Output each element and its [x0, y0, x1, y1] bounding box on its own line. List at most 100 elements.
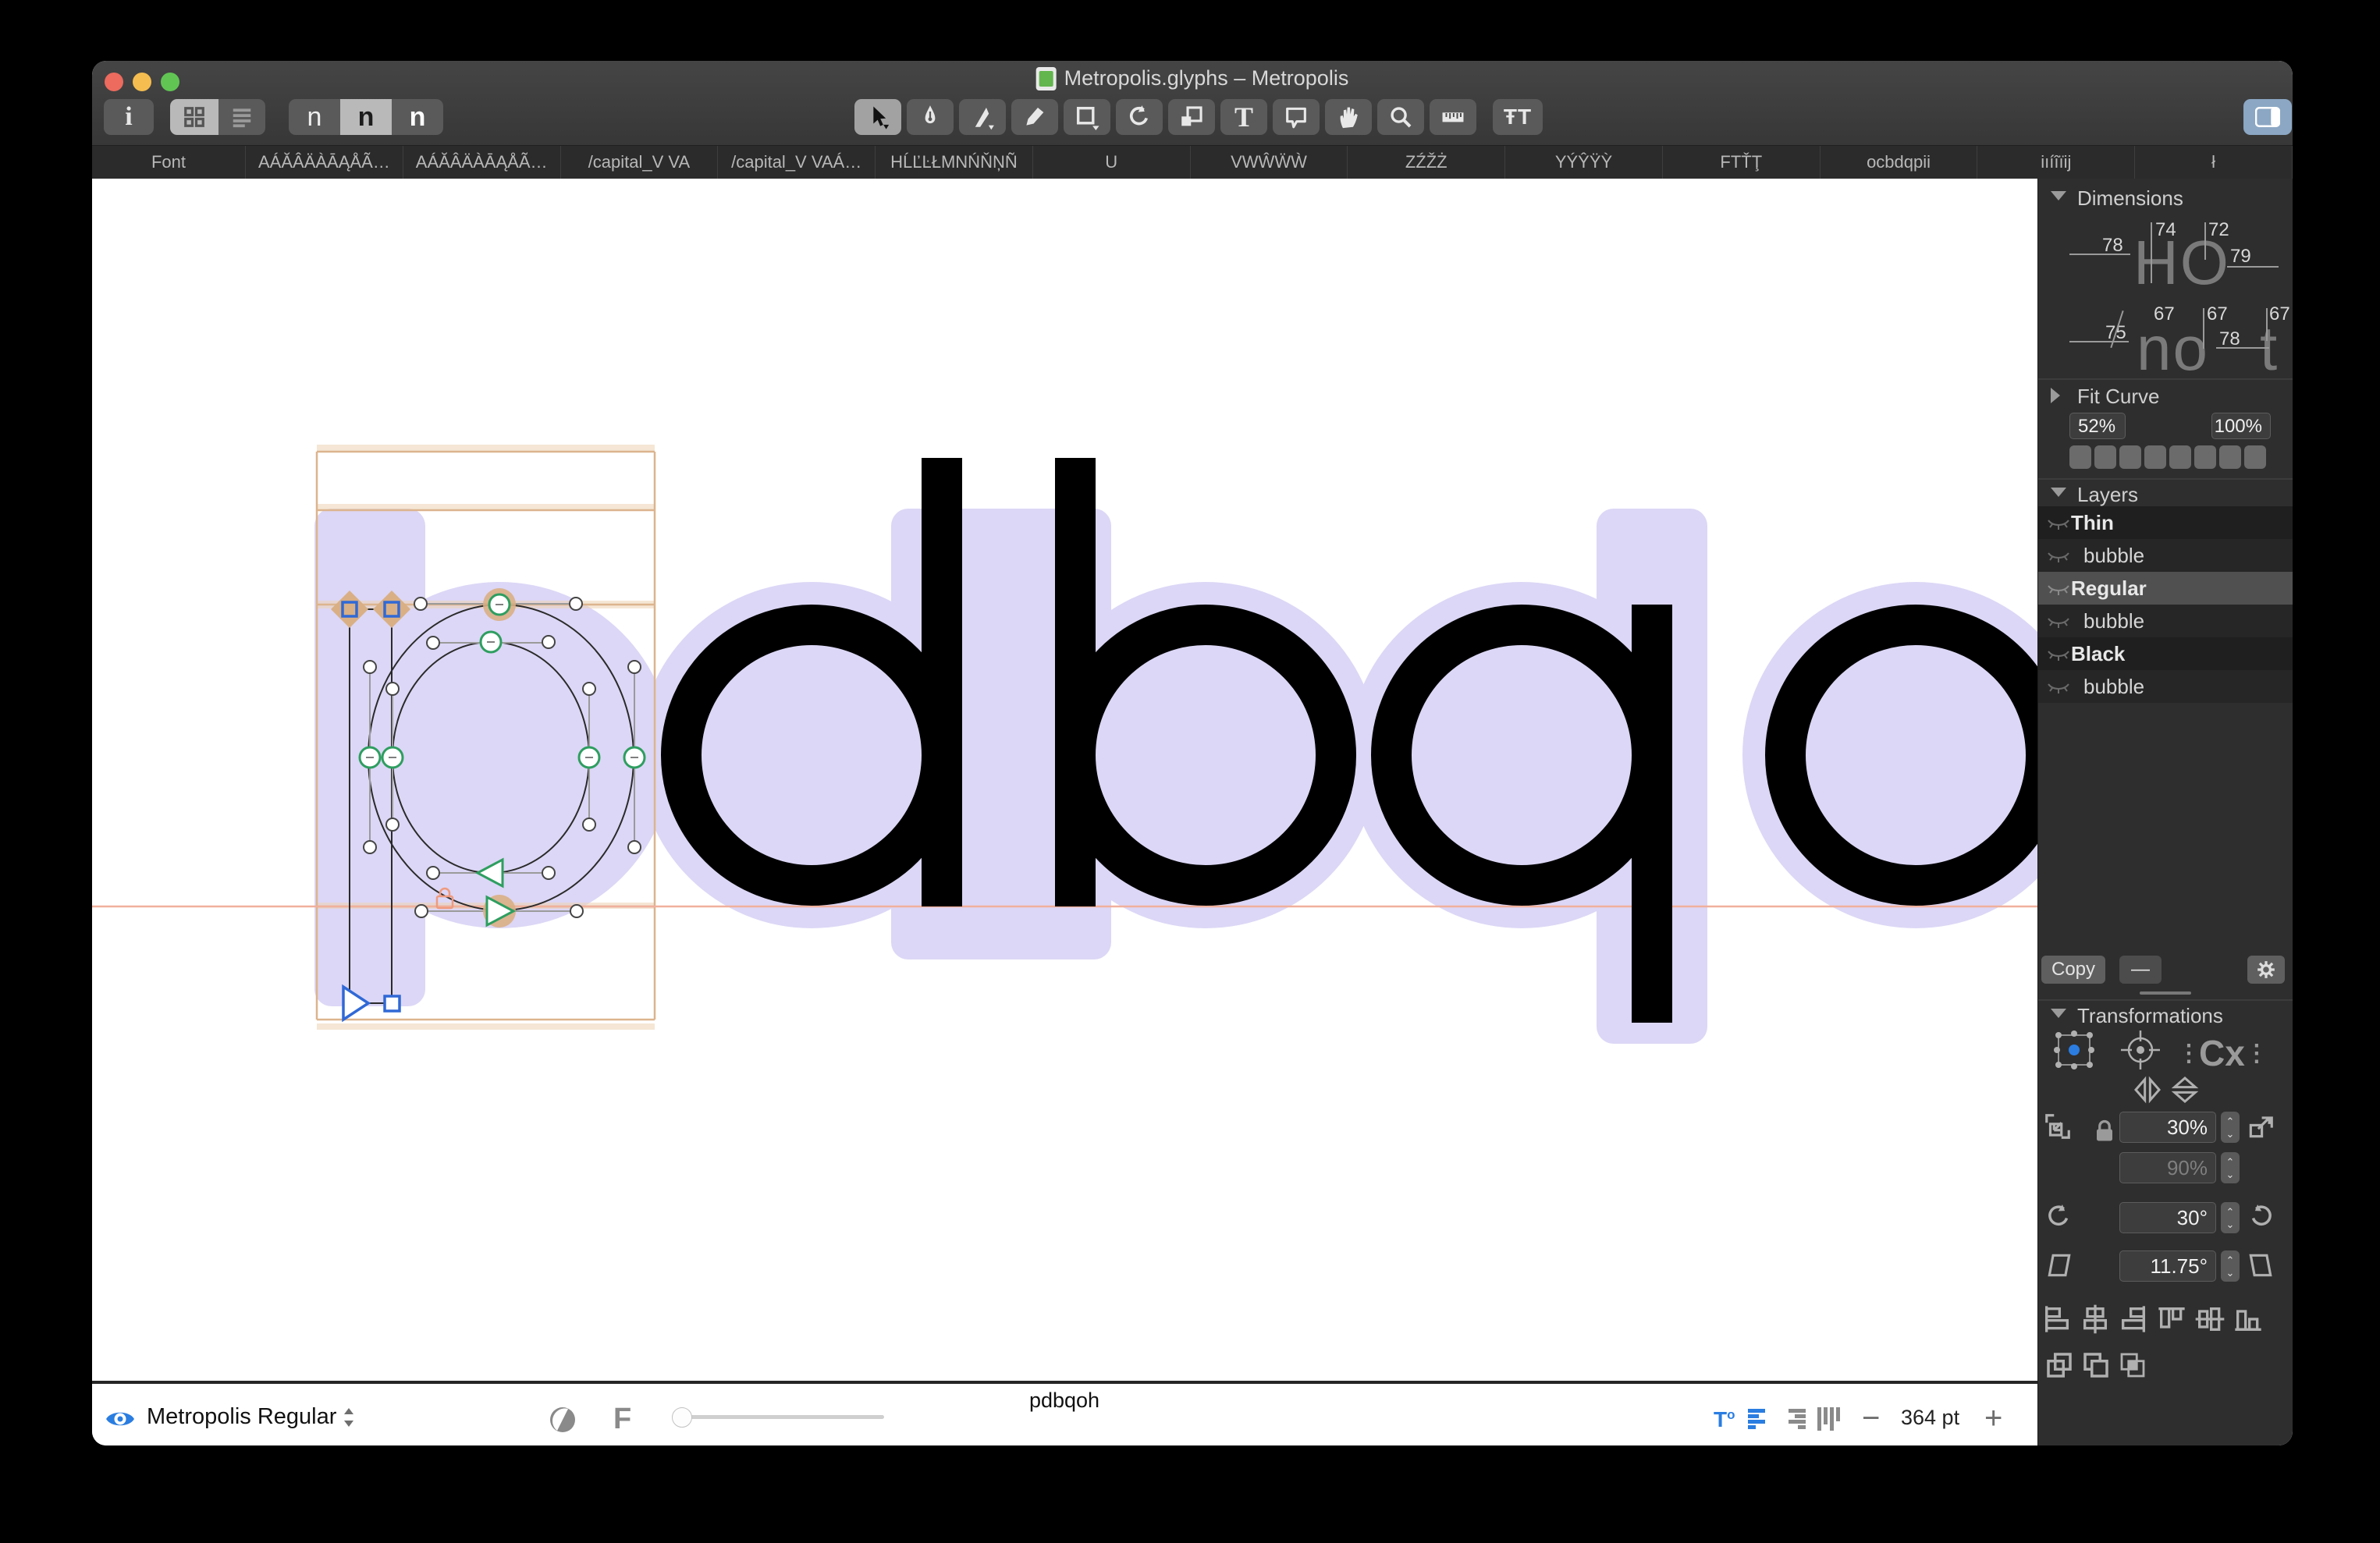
fit-curve-step-2[interactable]: [2094, 445, 2116, 469]
fit-curve-step-4[interactable]: [2144, 445, 2166, 469]
edit-view[interactable]: [92, 179, 2037, 1381]
rotate-tool[interactable]: [1116, 99, 1163, 135]
section-fit-curve[interactable]: Fit Curve: [2038, 385, 2293, 408]
slant-right-icon[interactable]: [2246, 1250, 2275, 1280]
union-paths-icon[interactable]: [2043, 1349, 2076, 1382]
transform-metrics-icon[interactable]: ⋮Cx⋮: [2177, 1032, 2268, 1074]
layer-row-thin[interactable]: Thin: [2038, 506, 2293, 539]
layer-row-black[interactable]: Black: [2038, 637, 2293, 670]
pen-tool[interactable]: [907, 99, 954, 135]
tab-i-group[interactable]: iıíîïij: [1977, 146, 2135, 179]
tab-z-group[interactable]: ZŹŽŻ: [1348, 146, 1505, 179]
tab-ft-group[interactable]: FTŤŢ: [1663, 146, 1821, 179]
layer-settings-button[interactable]: [2247, 956, 2285, 984]
minimize-button[interactable]: [133, 73, 151, 91]
slider-track[interactable]: [673, 1415, 884, 1419]
closed-eye-icon[interactable]: [2046, 645, 2071, 662]
align-right-edges-icon[interactable]: [2118, 1304, 2149, 1335]
align-right-lines-button[interactable]: [1782, 1409, 1806, 1429]
align-top-edges-icon[interactable]: [2156, 1304, 2187, 1335]
annotation-tool[interactable]: [1273, 99, 1320, 135]
disclosure-triangle-icon[interactable]: [2051, 388, 2060, 403]
zoom-window-button[interactable]: [161, 73, 179, 91]
tab-capital-v-va[interactable]: /capital_V VA: [561, 146, 719, 179]
slider-knob[interactable]: [672, 1407, 692, 1428]
features-button[interactable]: F: [613, 1403, 631, 1436]
close-button[interactable]: [105, 73, 123, 91]
closed-eye-icon[interactable]: [2046, 514, 2071, 531]
measure-tool[interactable]: [1430, 99, 1476, 135]
tt-tool[interactable]: ŦT: [1493, 99, 1543, 135]
zoom-in-button[interactable]: +: [1984, 1401, 2002, 1436]
transform-origin-icon[interactable]: [2054, 1030, 2094, 1069]
fit-curve-step-8[interactable]: [2244, 445, 2266, 469]
fit-curve-step-5[interactable]: [2169, 445, 2191, 469]
shapes-tool[interactable]: [1064, 99, 1110, 135]
disclosure-triangle-icon[interactable]: [2051, 191, 2066, 200]
align-left-lines-button[interactable]: [1748, 1409, 1771, 1429]
slant-stepper[interactable]: ⌃⌄: [2221, 1250, 2240, 1282]
slant-left-icon[interactable]: [2044, 1250, 2074, 1280]
knife-tool[interactable]: [959, 99, 1006, 135]
grid-view-button[interactable]: [170, 99, 218, 135]
info-button[interactable]: i: [104, 99, 154, 135]
layer-row-bubble-1[interactable]: bubble: [2038, 539, 2293, 572]
remove-layer-button[interactable]: —: [2119, 956, 2162, 984]
rotate-stepper[interactable]: ⌃⌄: [2221, 1202, 2240, 1233]
slant-value-field[interactable]: 11.75°: [2119, 1250, 2216, 1282]
scale-up-icon[interactable]: [2246, 1112, 2275, 1141]
master-thin-button[interactable]: n: [289, 99, 340, 135]
tab-hl-group[interactable]: HĹĽĿŁMNŃŇŅÑ: [876, 146, 1033, 179]
closed-eye-icon[interactable]: [2046, 678, 2071, 695]
section-dimensions[interactable]: Dimensions: [2038, 186, 2293, 210]
rotate-value-field[interactable]: 30°: [2119, 1202, 2216, 1233]
align-left-edges-icon[interactable]: [2041, 1304, 2073, 1335]
zoom-tool[interactable]: [1377, 99, 1424, 135]
fit-curve-step-7[interactable]: [2219, 445, 2241, 469]
scale-stepper[interactable]: ⌃⌄: [2221, 1112, 2240, 1143]
disclosure-triangle-icon[interactable]: [2051, 1009, 2066, 1018]
section-layers[interactable]: Layers: [2038, 483, 2293, 506]
fit-curve-step-6[interactable]: [2194, 445, 2216, 469]
titlebar[interactable]: Metropolis.glyphs – Metropolis: [92, 61, 2293, 94]
section-transformations[interactable]: Transformations: [2038, 1004, 2293, 1027]
fit-curve-min-field[interactable]: 52%: [2069, 413, 2126, 439]
scale-secondary-field[interactable]: 90%: [2119, 1152, 2216, 1183]
master-regular-button[interactable]: n: [340, 99, 392, 135]
scale-tool[interactable]: [1168, 99, 1215, 135]
glyph-edit-canvas[interactable]: p 0070 ➜ Kern 59 ◄ H ► 36 Kern p 596 p: [92, 179, 2037, 1381]
master-black-button[interactable]: n: [392, 99, 443, 135]
panel-drag-handle[interactable]: [2140, 991, 2191, 995]
align-bottom-edges-icon[interactable]: [2233, 1304, 2264, 1335]
rotate-ccw-icon[interactable]: [2044, 1202, 2074, 1232]
contrast-toggle[interactable]: [549, 1406, 577, 1434]
tab-accented-a-2[interactable]: AÁĂÂÄÀĀĄÅÃ…: [403, 146, 561, 179]
tab-vw-group[interactable]: VWŴẄẀ: [1191, 146, 1348, 179]
align-center-horizontal-icon[interactable]: [2080, 1304, 2111, 1335]
tab-ocbdqpii[interactable]: ocbdqpii: [1821, 146, 1978, 179]
text-tool[interactable]: T: [1220, 99, 1267, 135]
rotate-cw-icon[interactable]: [2246, 1202, 2275, 1232]
font-instance-selector[interactable]: Metropolis Regular: [147, 1404, 357, 1430]
copy-layer-button[interactable]: Copy: [2041, 956, 2105, 984]
vertical-layout-button[interactable]: [1817, 1407, 1840, 1431]
flip-horizontal-icon[interactable]: [2132, 1074, 2163, 1105]
tab-capital-v-vaa[interactable]: /capital_V VAÁ…: [718, 146, 876, 179]
fit-curve-max-field[interactable]: 100%: [2211, 413, 2271, 439]
closed-eye-icon[interactable]: [2046, 612, 2071, 630]
text-tour-button[interactable]: To: [1714, 1407, 1735, 1432]
layer-row-bubble-3[interactable]: bubble: [2038, 670, 2293, 703]
preview-size-slider[interactable]: [673, 1415, 884, 1419]
flip-vertical-icon[interactable]: [2169, 1074, 2201, 1105]
hand-tool[interactable]: [1325, 99, 1372, 135]
disclosure-triangle-icon[interactable]: [2051, 488, 2066, 497]
tab-u[interactable]: U: [1033, 146, 1191, 179]
scale-value-field[interactable]: 30%: [2119, 1112, 2216, 1143]
tab-font[interactable]: Font: [92, 146, 246, 179]
tab-accented-a-1[interactable]: AÁĂÂÄÀĀĄÅÃ…: [246, 146, 403, 179]
layer-row-regular[interactable]: Regular: [2038, 572, 2293, 605]
pencil-tool[interactable]: [1011, 99, 1058, 135]
tab-y-group[interactable]: YÝŶŸỲ: [1505, 146, 1663, 179]
transform-center-icon[interactable]: [2119, 1029, 2162, 1071]
list-view-button[interactable]: [218, 99, 265, 135]
